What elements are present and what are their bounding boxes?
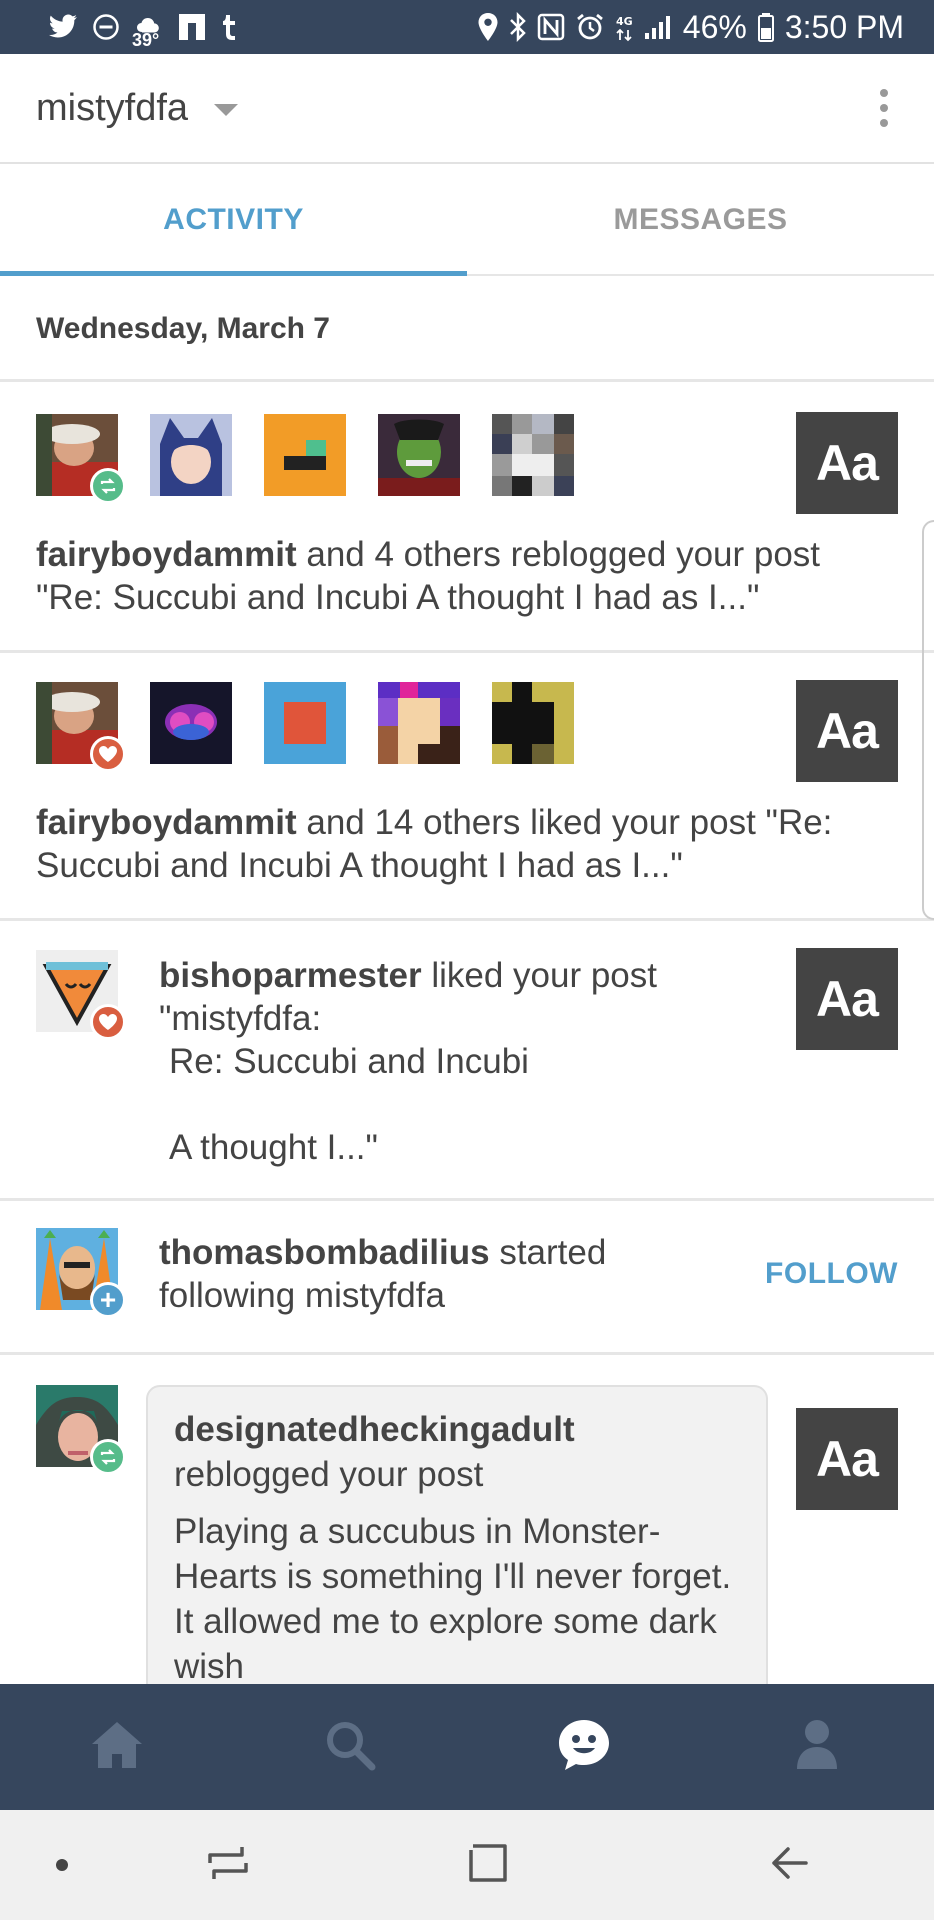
avatar[interactable] — [36, 1385, 126, 1475]
location-icon — [477, 10, 499, 44]
follow-button[interactable]: FOLLOW — [765, 1257, 898, 1291]
status-bar: 39° 4G 46% 3:50 PM — [0, 0, 934, 54]
avatar[interactable] — [36, 950, 126, 1040]
quoted-post-line: A thought I..." — [169, 1128, 378, 1167]
notification-follow[interactable]: + thomasbombadilius started following mi… — [0, 1201, 934, 1355]
notification-like[interactable]: Aa bishoparmester liked your post "misty… — [0, 921, 934, 1201]
nav-activity[interactable] — [467, 1684, 701, 1810]
avatar[interactable] — [378, 682, 460, 764]
post-thumbnail[interactable]: Aa — [796, 948, 898, 1050]
back-button[interactable] — [643, 1843, 934, 1888]
date-header: Wednesday, March 7 — [0, 278, 934, 382]
recent-apps-button[interactable] — [125, 1843, 333, 1888]
svg-text:4G: 4G — [616, 15, 633, 28]
home-square-icon — [467, 1842, 509, 1889]
post-excerpt: Playing a succubus in Monster-Hearts is … — [174, 1512, 732, 1685]
activity-icon — [556, 1717, 612, 1778]
avatar[interactable] — [492, 414, 574, 496]
reblog-preview[interactable]: designatedheckingadult reblogged your po… — [146, 1385, 768, 1685]
chevron-down-icon[interactable] — [214, 104, 239, 116]
avatar[interactable] — [36, 682, 126, 772]
clock: 3:50 PM — [784, 8, 904, 45]
recent-apps-icon — [206, 1843, 250, 1888]
post-thumbnail[interactable]: Aa — [796, 1408, 898, 1510]
back-arrow-icon — [768, 1843, 810, 1888]
nfc-icon — [537, 10, 565, 44]
nav-search[interactable] — [234, 1684, 468, 1810]
username-link[interactable]: bishoparmester — [159, 956, 422, 995]
avatar[interactable]: + — [36, 1228, 126, 1318]
account-icon — [795, 1719, 839, 1776]
quoted-post-line: "mistyfdfa: — [159, 999, 322, 1038]
search-icon — [324, 1719, 376, 1776]
tab-bar: ACTIVITY MESSAGES — [0, 166, 934, 276]
post-thumbnail[interactable]: Aa — [796, 680, 898, 782]
avatar[interactable] — [150, 414, 232, 496]
system-navigation-bar — [0, 1810, 934, 1920]
post-thumbnail[interactable]: Aa — [796, 412, 898, 514]
quoted-post-line: Re: Succubi and Incubi — [169, 1042, 529, 1081]
blog-selector[interactable]: mistyfdfa — [36, 87, 188, 130]
weather-icon: 39° — [132, 10, 164, 50]
scroll-indicator — [922, 520, 934, 920]
notification-like-group[interactable]: Aa fairyboydammit and 14 others liked yo… — [0, 653, 934, 921]
tab-activity[interactable]: ACTIVITY — [0, 166, 467, 276]
data-transfer-icon: 4G — [615, 10, 633, 44]
username-link[interactable]: fairyboydammit — [36, 535, 297, 574]
username-link[interactable]: thomasbombadilius — [159, 1233, 490, 1272]
notification-text[interactable]: fairyboydammit and 4 others reblogged yo… — [36, 533, 896, 619]
quoted-post-line — [159, 1083, 759, 1126]
notification-reblog-group[interactable]: Aa fairyboydammit and 4 others reblogged… — [0, 385, 934, 653]
nav-dot — [0, 1858, 125, 1872]
username-link[interactable]: fairyboydammit — [36, 803, 297, 842]
notification-text[interactable]: bishoparmester liked your post "mistyfdf… — [159, 954, 759, 1169]
notification-message: liked your post — [421, 956, 657, 995]
blog-header: mistyfdfa — [0, 54, 934, 164]
bluetooth-icon — [509, 10, 527, 44]
reblog-badge-icon — [90, 468, 126, 504]
battery-percent: 46% — [682, 8, 747, 45]
reblog-badge-icon — [90, 1439, 126, 1475]
avatar[interactable] — [378, 414, 460, 496]
bottom-navigation — [0, 1684, 934, 1810]
alarm-icon — [575, 10, 605, 44]
nav-account[interactable] — [701, 1684, 934, 1810]
twitter-icon — [48, 10, 78, 44]
avatar[interactable] — [150, 682, 232, 764]
tab-messages[interactable]: MESSAGES — [467, 166, 934, 274]
flipboard-icon — [178, 10, 206, 44]
notification-message: reblogged your post — [174, 1455, 484, 1494]
home-button[interactable] — [332, 1842, 643, 1889]
home-icon — [90, 1720, 144, 1775]
notification-reblog[interactable]: designatedheckingadult reblogged your po… — [0, 1355, 934, 1685]
signal-icon — [643, 10, 673, 44]
notification-text[interactable]: thomasbombadilius started following mist… — [159, 1231, 659, 1317]
nav-home[interactable] — [0, 1684, 234, 1810]
avatar[interactable] — [264, 414, 346, 496]
avatar[interactable] — [492, 682, 574, 764]
overflow-menu-icon[interactable] — [870, 81, 898, 135]
tumblr-icon — [220, 10, 238, 44]
temperature-label: 39° — [132, 30, 160, 50]
notification-text[interactable]: fairyboydammit and 14 others liked your … — [36, 801, 896, 887]
heart-badge-icon — [90, 1004, 126, 1040]
username-link[interactable]: designatedheckingadult — [174, 1410, 575, 1449]
do-not-disturb-icon — [92, 10, 120, 44]
avatar[interactable] — [264, 682, 346, 764]
heart-badge-icon — [90, 736, 126, 772]
battery-icon — [757, 10, 775, 44]
follow-badge-icon: + — [90, 1282, 126, 1318]
avatar[interactable] — [36, 414, 126, 504]
